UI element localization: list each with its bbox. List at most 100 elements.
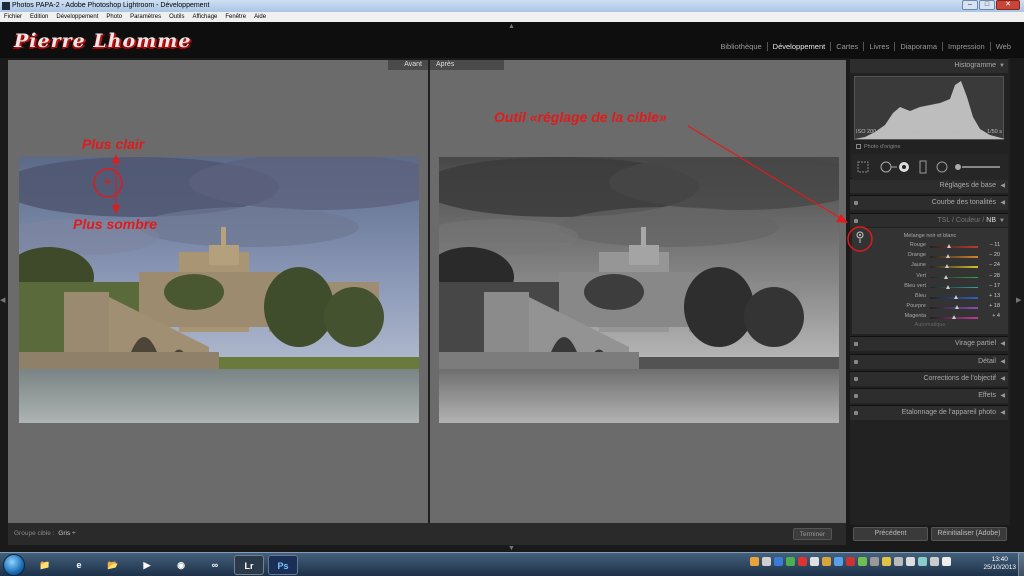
bw-slider-row[interactable]: Vert – 28 bbox=[852, 273, 1008, 282]
target-group-select[interactable]: Gris ÷ bbox=[58, 530, 75, 537]
crop-tool-icon[interactable] bbox=[857, 161, 869, 173]
right-panel-toggle-icon[interactable]: ▶ bbox=[1016, 296, 1021, 304]
menu-photo[interactable]: Photo bbox=[106, 12, 122, 22]
tray-icon[interactable] bbox=[822, 557, 831, 566]
close-button[interactable]: ✕ bbox=[996, 0, 1020, 10]
module-diaporama[interactable]: Diaporama bbox=[895, 42, 944, 51]
menu-fichier[interactable]: Fichier bbox=[4, 12, 22, 22]
adjustment-brush-icon[interactable] bbox=[955, 164, 1000, 170]
menu-edition[interactable]: Edition bbox=[30, 12, 48, 22]
module-impression[interactable]: Impression bbox=[943, 42, 991, 51]
panel-switch-icon[interactable] bbox=[854, 342, 858, 346]
panel-basic-header[interactable]: Réglages de base ◀ bbox=[850, 178, 1008, 193]
tray-icon[interactable] bbox=[834, 557, 843, 566]
bw-slider-track[interactable] bbox=[930, 246, 978, 248]
tray-icon[interactable] bbox=[798, 557, 807, 566]
panel-switch-icon[interactable] bbox=[854, 219, 858, 223]
bw-slider-value[interactable]: – 17 bbox=[989, 283, 1000, 289]
bw-slider-value[interactable]: – 28 bbox=[989, 273, 1000, 279]
ie-icon[interactable]: e bbox=[64, 555, 94, 575]
bw-slider-row[interactable]: Bleu + 13 bbox=[852, 293, 1008, 302]
tray-icon[interactable] bbox=[846, 557, 855, 566]
panel-effects-header[interactable]: Effets ◀ bbox=[850, 388, 1008, 403]
panel-split-toning-header[interactable]: Virage partiel ◀ bbox=[850, 336, 1008, 351]
minimize-button[interactable]: – bbox=[962, 0, 978, 10]
panel-tone-curve-header[interactable]: Courbe des tonalités ◀ bbox=[850, 195, 1008, 210]
tray-icon[interactable] bbox=[774, 557, 783, 566]
bw-slider-knob[interactable] bbox=[954, 305, 959, 310]
bw-slider-value[interactable]: – 20 bbox=[989, 252, 1000, 258]
media-player-icon[interactable]: ▶ bbox=[132, 555, 162, 575]
previous-button[interactable]: Précédent bbox=[853, 527, 928, 541]
bw-slider-knob[interactable] bbox=[946, 284, 951, 289]
panel-detail-header[interactable]: Détail ◀ bbox=[850, 354, 1008, 369]
bw-slider-row[interactable]: Pourpre + 18 bbox=[852, 303, 1008, 312]
tray-icon[interactable] bbox=[906, 557, 915, 566]
photo-origin-toggle[interactable]: Photo d'origine bbox=[856, 144, 901, 150]
module-bibliotheque[interactable]: Bibliothèque bbox=[715, 42, 768, 51]
menu-affichage[interactable]: Affichage bbox=[192, 12, 217, 22]
bw-slider-value[interactable]: + 18 bbox=[989, 303, 1000, 309]
panel-switch-icon[interactable] bbox=[854, 201, 858, 205]
graduated-filter-icon[interactable] bbox=[919, 160, 927, 174]
tray-icon[interactable] bbox=[942, 557, 951, 566]
spot-removal-icon[interactable] bbox=[880, 161, 897, 173]
bw-slider-track[interactable] bbox=[930, 286, 978, 289]
panel-camera-calibration-header[interactable]: Etalonnage de l'appareil photo ◀ bbox=[850, 405, 1008, 420]
module-developpement[interactable]: Développement bbox=[768, 42, 832, 51]
panel-switch-icon[interactable] bbox=[854, 394, 858, 398]
menu-parametres[interactable]: Paramètres bbox=[130, 12, 161, 22]
photo-after[interactable] bbox=[439, 157, 839, 423]
module-livres[interactable]: Livres bbox=[864, 42, 896, 51]
lightroom-icon[interactable]: Lr bbox=[234, 555, 264, 575]
panel-switch-icon[interactable] bbox=[854, 411, 858, 415]
tab-couleur[interactable]: Couleur bbox=[956, 217, 981, 224]
tray-icon[interactable] bbox=[750, 557, 759, 566]
photo-before[interactable] bbox=[19, 157, 419, 423]
tray-icon[interactable] bbox=[918, 557, 927, 566]
bw-slider-track[interactable] bbox=[930, 256, 978, 258]
start-button[interactable] bbox=[3, 554, 25, 576]
vs-icon[interactable]: ∞ bbox=[200, 555, 230, 575]
bw-slider-knob[interactable] bbox=[953, 295, 958, 299]
bw-slider-row[interactable]: Orange – 20 bbox=[852, 252, 1008, 261]
checkbox-icon[interactable] bbox=[856, 144, 861, 149]
bw-slider-track[interactable] bbox=[930, 266, 978, 268]
clock[interactable]: 13:40 25/10/2013 bbox=[983, 556, 1016, 572]
bw-slider-knob[interactable] bbox=[951, 315, 956, 320]
folder-icon[interactable]: 📂 bbox=[98, 555, 128, 575]
menu-aide[interactable]: Aide bbox=[254, 12, 266, 22]
tab-nb[interactable]: NB bbox=[986, 217, 996, 224]
red-eye-icon[interactable] bbox=[899, 162, 909, 172]
bw-slider-row[interactable]: Jaune – 24 bbox=[852, 262, 1008, 271]
target-adjustment-tool-icon[interactable] bbox=[855, 231, 865, 245]
module-web[interactable]: Web bbox=[991, 42, 1016, 51]
explorer-folder-icon[interactable]: 📁 bbox=[30, 555, 60, 575]
reset-button[interactable]: Réinitialiser (Adobe) bbox=[931, 527, 1007, 541]
filmstrip-toggle-icon[interactable]: ▼ bbox=[508, 545, 515, 552]
finish-button[interactable]: Terminer bbox=[792, 528, 832, 540]
tab-tsl[interactable]: TSL bbox=[937, 217, 950, 224]
radial-filter-icon[interactable] bbox=[936, 161, 948, 173]
tray-icon[interactable] bbox=[870, 557, 879, 566]
auto-button[interactable]: Automatique bbox=[852, 322, 1008, 328]
bw-slider-knob[interactable] bbox=[944, 264, 949, 269]
tray-icon[interactable] bbox=[930, 557, 939, 566]
tray-icon[interactable] bbox=[810, 557, 819, 566]
bw-slider-row[interactable]: Rouge – 11 bbox=[852, 242, 1008, 251]
module-cartes[interactable]: Cartes bbox=[831, 42, 865, 51]
tray-icon[interactable] bbox=[894, 557, 903, 566]
bw-slider-value[interactable]: – 11 bbox=[990, 242, 1000, 248]
tray-icon[interactable] bbox=[858, 557, 867, 566]
panel-lens-header[interactable]: Corrections de l'objectif ◀ bbox=[850, 371, 1008, 386]
bw-slider-knob[interactable] bbox=[947, 244, 952, 248]
bw-slider-knob[interactable] bbox=[945, 254, 950, 259]
bw-slider-knob[interactable] bbox=[944, 274, 949, 279]
firefox-icon[interactable]: ◉ bbox=[166, 555, 196, 575]
top-panel-toggle-icon[interactable]: ▲ bbox=[508, 23, 515, 30]
panel-switch-icon[interactable] bbox=[854, 377, 858, 381]
bw-slider-value[interactable]: + 13 bbox=[989, 293, 1000, 299]
menu-fenetre[interactable]: Fenêtre bbox=[225, 12, 246, 22]
maximize-button[interactable]: □ bbox=[979, 0, 995, 10]
bw-slider-value[interactable]: + 4 bbox=[992, 313, 1000, 319]
